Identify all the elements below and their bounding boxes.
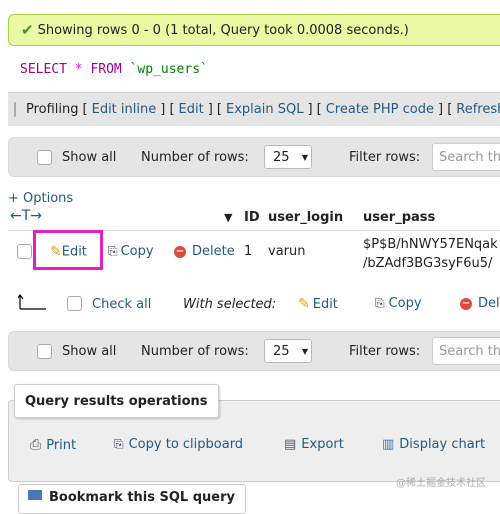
- create-php-code-link[interactable]: Create PHP code: [326, 102, 434, 117]
- number-of-rows-label: Number of rows:: [141, 149, 249, 165]
- bookmark-icon: [28, 490, 42, 500]
- copy-icon: ⎘: [375, 296, 385, 310]
- checkmark-icon: ✔: [21, 21, 34, 39]
- column-header-id[interactable]: ID: [244, 210, 260, 225]
- copy-icon: ⎘: [114, 437, 124, 451]
- sql-keyword-select: SELECT: [20, 62, 67, 77]
- row-delete-label: Delete: [192, 244, 235, 259]
- query-results-operations-legend: Query results operations: [14, 384, 219, 418]
- show-all-label: Show all: [62, 149, 117, 165]
- cell-user-login[interactable]: varun: [268, 244, 305, 259]
- check-all-link[interactable]: Check all: [92, 297, 151, 312]
- filter-rows-label: Filter rows:: [349, 149, 421, 165]
- print-label: Print: [46, 437, 77, 453]
- delete-icon: −: [460, 297, 472, 310]
- sql-table-name: `wp_users`: [129, 62, 208, 77]
- select-arrow-icon: [16, 293, 48, 311]
- rows-per-page-select[interactable]: 25 ▼: [264, 145, 312, 169]
- select-arrow-icon: ▼: [301, 346, 308, 356]
- rows-per-page-value: 25: [273, 149, 290, 165]
- bookmark-sql-query-legend: Bookmark this SQL query: [18, 484, 246, 514]
- bracket-open: [: [82, 102, 88, 117]
- copy-to-clipboard-link[interactable]: ⎘ Copy to clipboard: [114, 437, 243, 452]
- bulk-copy-button[interactable]: ⎘ Copy: [375, 296, 422, 311]
- show-all-checkbox[interactable]: [37, 343, 52, 359]
- user-pass-line2: /bZAdf3BG3syF6u5/: [363, 256, 493, 271]
- edit-sql-link[interactable]: Edit: [179, 102, 204, 117]
- row-copy-label: Copy: [120, 244, 154, 259]
- printer-icon: ⎙: [30, 437, 42, 453]
- select-arrow-icon: ▼: [301, 152, 308, 162]
- user-pass-line1: $P$B/hNWY57ENqak: [363, 237, 498, 252]
- explain-sql-link[interactable]: Explain SQL: [226, 102, 303, 117]
- bracket-sep: ] [: [207, 102, 222, 117]
- export-icon: ▤: [284, 437, 297, 452]
- sql-query-text: SELECT * FROM `wp_users`: [20, 62, 208, 77]
- filter-rows-label: Filter rows:: [349, 343, 421, 359]
- number-of-rows-label: Number of rows:: [141, 343, 249, 359]
- copy-to-clipboard-label: Copy to clipboard: [128, 437, 244, 452]
- cell-user-pass[interactable]: $P$B/hNWY57ENqak /bZAdf3BG3syF6u5/: [363, 235, 498, 273]
- bookmark-label: Bookmark this SQL query: [49, 490, 235, 505]
- cell-id[interactable]: 1: [244, 244, 252, 259]
- bulk-delete-label: Delete: [478, 296, 500, 311]
- filter-rows-input[interactable]: Search this table: [432, 337, 500, 365]
- row-delete-link[interactable]: − Delete: [174, 244, 235, 259]
- bracket-sep: ] [: [307, 102, 322, 117]
- refresh-link[interactable]: Refresh: [456, 102, 500, 117]
- bulk-edit-button[interactable]: ✎ Edit: [298, 296, 338, 312]
- status-message: Showing rows 0 - 0 (1 total, Query took …: [37, 22, 409, 38]
- display-chart-link[interactable]: ▥ Display chart: [382, 437, 485, 452]
- edit-highlight-box: [33, 230, 103, 270]
- navigation-bar-top: Show all Number of rows: 25 ▼ Filter row…: [8, 137, 500, 177]
- profiling-label: Profiling: [26, 102, 79, 117]
- sort-triangle-icon[interactable]: ▼: [224, 211, 232, 224]
- bulk-delete-button[interactable]: −Delete: [460, 296, 500, 311]
- print-link[interactable]: ⎙ Print: [30, 437, 76, 453]
- delete-icon: −: [174, 245, 186, 258]
- filter-rows-input[interactable]: Search this table: [432, 143, 500, 171]
- row-checkbox[interactable]: [17, 244, 32, 259]
- export-label: Export: [301, 437, 344, 452]
- success-banner: ✔ Showing rows 0 - 0 (1 total, Query too…: [8, 14, 500, 46]
- rows-per-page-select[interactable]: 25 ▼: [264, 339, 312, 363]
- column-header-user-login[interactable]: user_login: [268, 210, 343, 225]
- sql-keyword-from: FROM: [90, 62, 122, 77]
- show-all-checkbox[interactable]: [37, 149, 52, 165]
- show-all-label: Show all: [62, 343, 117, 359]
- watermark-text: @稀土掘金技术社区: [396, 478, 486, 489]
- navigation-bar-bottom: Show all Number of rows: 25 ▼ Filter row…: [8, 331, 500, 371]
- query-toolbar: Profiling [ Edit inline ] [ Edit ] [ Exp…: [8, 92, 500, 126]
- pencil-icon: ✎: [298, 296, 310, 312]
- profiling-checkbox[interactable]: [14, 102, 16, 117]
- row-copy-link[interactable]: ⎘ Copy: [108, 244, 154, 259]
- column-header-user-pass[interactable]: user_pass: [363, 210, 435, 225]
- bracket-sep: ] [: [160, 102, 175, 117]
- bulk-copy-label: Copy: [388, 296, 422, 311]
- with-selected-label: With selected:: [183, 297, 277, 312]
- bulk-edit-label: Edit: [312, 296, 338, 312]
- bracket-sep: ] [: [437, 102, 453, 117]
- copy-icon: ⎘: [108, 244, 118, 258]
- rows-per-page-value: 25: [273, 343, 290, 359]
- export-link[interactable]: ▤ Export: [284, 437, 344, 452]
- sql-star: *: [74, 62, 83, 77]
- column-sort-arrows-icon[interactable]: ←T→: [10, 208, 42, 224]
- edit-inline-link[interactable]: Edit inline: [92, 102, 157, 117]
- options-link[interactable]: + Options: [8, 191, 73, 206]
- check-all-checkbox[interactable]: [67, 296, 82, 311]
- bar-chart-icon: ▥: [382, 437, 395, 452]
- display-chart-label: Display chart: [399, 437, 486, 452]
